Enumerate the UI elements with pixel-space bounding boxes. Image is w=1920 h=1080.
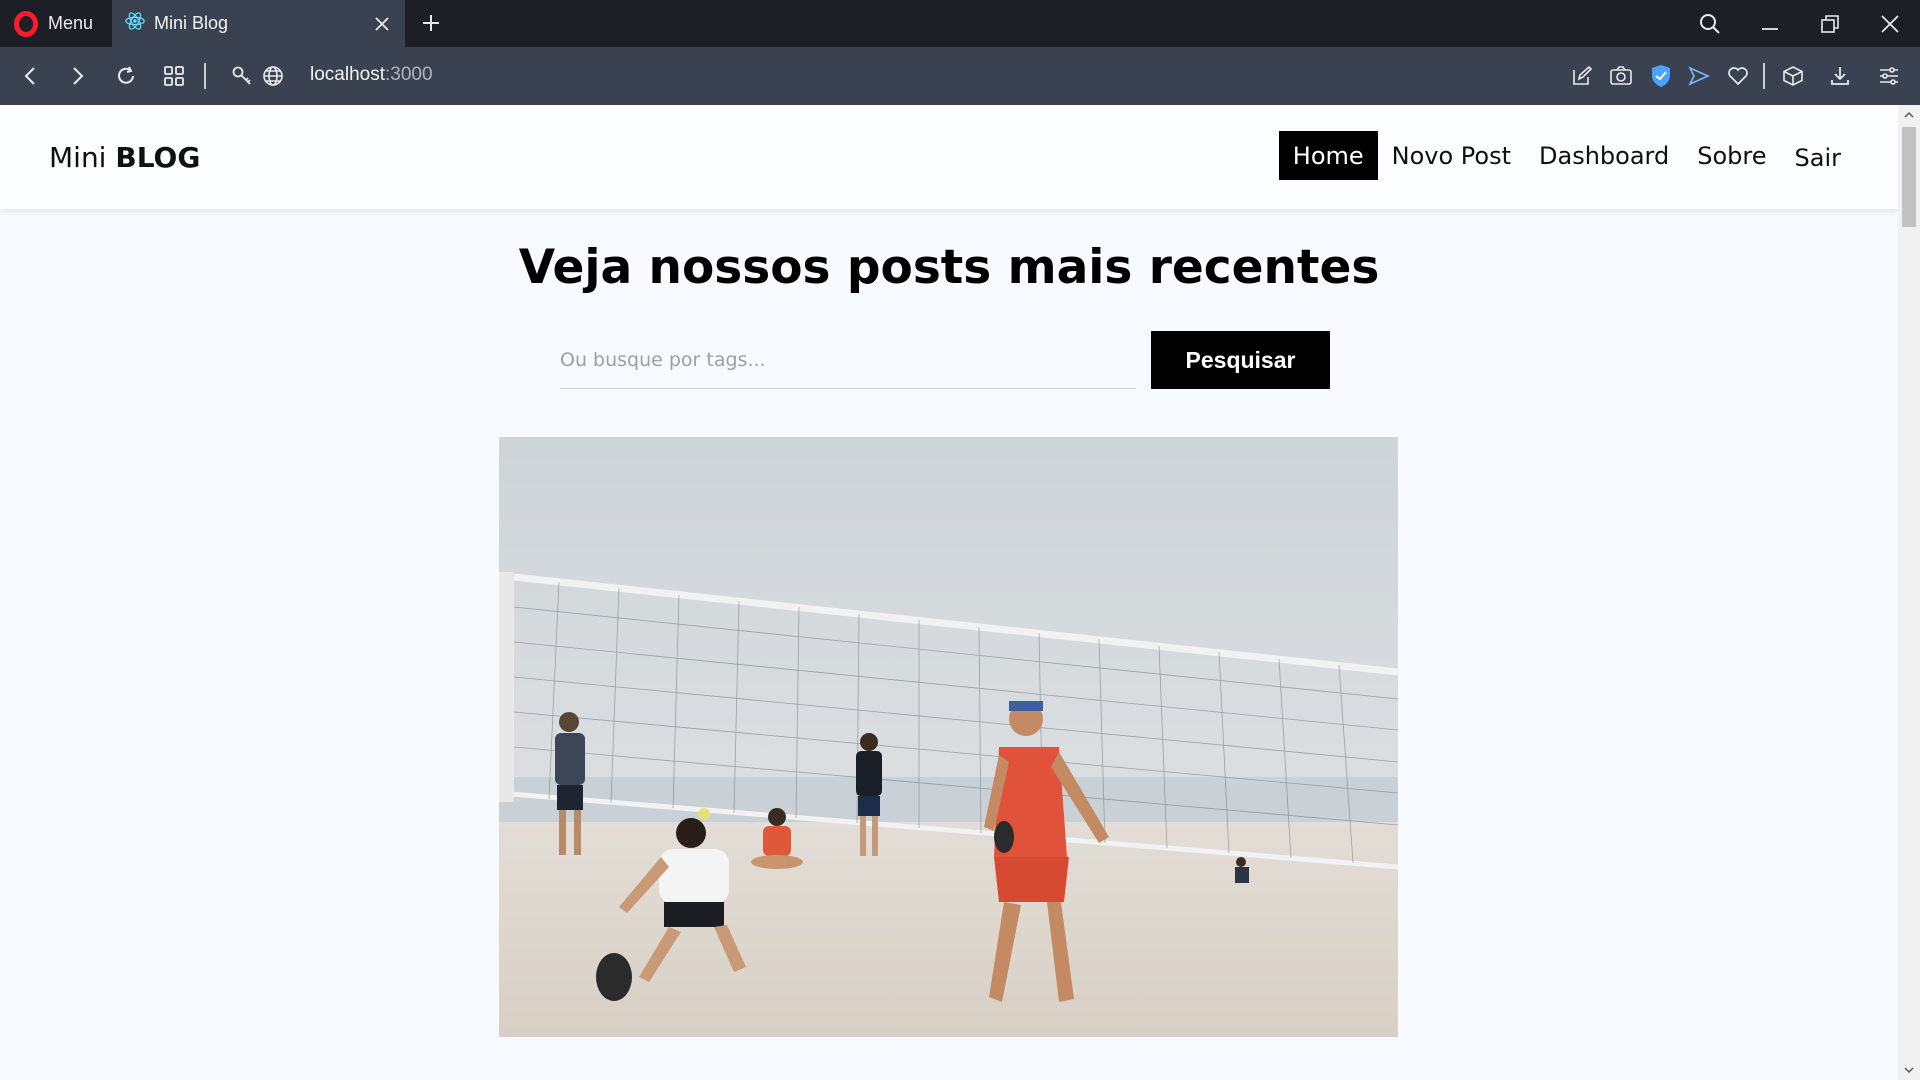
scroll-up-icon[interactable] bbox=[1898, 105, 1920, 125]
page-viewport: Mini BLOG Home Novo Post Dashboard Sobre… bbox=[0, 105, 1898, 1080]
back-icon[interactable] bbox=[14, 59, 48, 93]
site-navbar: Mini BLOG Home Novo Post Dashboard Sobre… bbox=[0, 105, 1898, 209]
post-image[interactable] bbox=[499, 437, 1398, 1037]
url-host: localhost bbox=[310, 64, 385, 85]
nav-dashboard[interactable]: Dashboard bbox=[1525, 131, 1683, 180]
nav-home[interactable]: Home bbox=[1278, 131, 1378, 180]
address-field[interactable]: localhost:3000 bbox=[310, 64, 433, 86]
key-icon[interactable] bbox=[225, 59, 259, 93]
browser-menu-button[interactable]: Menu bbox=[0, 0, 110, 47]
brand-light: Mini bbox=[49, 141, 107, 174]
close-window-icon[interactable] bbox=[1862, 0, 1918, 47]
snapshot-edit-icon[interactable] bbox=[1565, 59, 1599, 93]
browser-toolbar: localhost:3000 bbox=[0, 47, 1920, 105]
search-form: Pesquisar bbox=[560, 331, 1330, 389]
restore-icon[interactable] bbox=[1802, 0, 1858, 47]
nav-links: Home Novo Post Dashboard Sobre Sair bbox=[1278, 131, 1855, 182]
nav-about[interactable]: Sobre bbox=[1683, 131, 1780, 180]
opera-logo-icon bbox=[14, 10, 38, 37]
browser-tabstrip: Menu Mini Blog bbox=[0, 0, 1920, 47]
forward-icon[interactable] bbox=[60, 59, 94, 93]
camera-icon[interactable] bbox=[1604, 59, 1638, 93]
vpn-shield-icon[interactable] bbox=[1644, 59, 1678, 93]
url-port: :3000 bbox=[385, 64, 433, 85]
search-input[interactable] bbox=[560, 331, 1136, 389]
cube-icon[interactable] bbox=[1776, 59, 1810, 93]
reload-icon[interactable] bbox=[109, 59, 143, 93]
globe-icon[interactable] bbox=[256, 59, 290, 93]
download-icon[interactable] bbox=[1823, 59, 1857, 93]
tab-close-icon[interactable] bbox=[365, 7, 399, 41]
tab-title: Mini Blog bbox=[154, 13, 229, 33]
brand-logo[interactable]: Mini BLOG bbox=[49, 141, 200, 174]
new-tab-icon[interactable] bbox=[414, 6, 448, 40]
easy-setup-icon[interactable] bbox=[1872, 59, 1906, 93]
tab-grid-icon[interactable] bbox=[157, 59, 191, 93]
search-button[interactable]: Pesquisar bbox=[1151, 331, 1330, 389]
send-icon[interactable] bbox=[1682, 59, 1716, 93]
page-scrollbar[interactable] bbox=[1898, 105, 1920, 1080]
browser-tab-active[interactable]: Mini Blog bbox=[112, 0, 405, 47]
scroll-down-icon[interactable] bbox=[1898, 1060, 1920, 1080]
heart-icon[interactable] bbox=[1721, 59, 1755, 93]
toolbar-divider bbox=[204, 63, 206, 89]
scrollbar-thumb[interactable] bbox=[1902, 127, 1916, 227]
logout-button[interactable]: Sair bbox=[1781, 133, 1855, 182]
brand-bold: BLOG bbox=[115, 141, 201, 174]
browser-search-icon[interactable] bbox=[1682, 0, 1738, 47]
minimize-icon[interactable] bbox=[1742, 0, 1798, 47]
react-atom-icon bbox=[124, 10, 146, 37]
page-title: Veja nossos posts mais recentes bbox=[518, 240, 1380, 295]
nav-new-post[interactable]: Novo Post bbox=[1378, 131, 1525, 180]
toolbar-divider-right bbox=[1763, 63, 1765, 89]
browser-menu-label: Menu bbox=[48, 13, 94, 33]
